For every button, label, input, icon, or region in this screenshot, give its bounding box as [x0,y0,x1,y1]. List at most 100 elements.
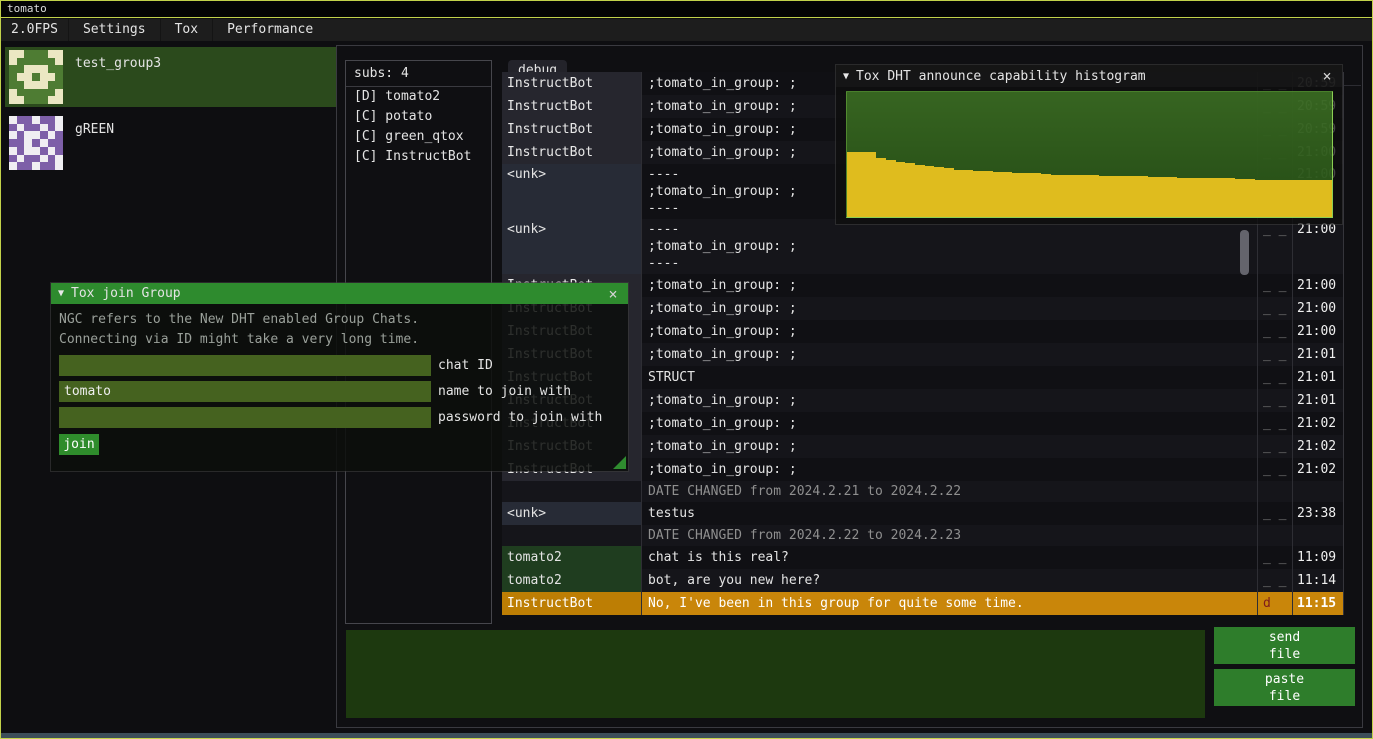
message-text: ;tomato_in_group: ; [642,274,1258,297]
sender-name: InstructBot [502,95,642,118]
message-time: 21:01 [1293,343,1343,366]
histogram-bar [1196,178,1206,217]
message-input[interactable] [346,630,1205,718]
histogram-bar [1080,175,1090,217]
message-time: 11:14 [1293,569,1343,592]
sender-name: <unk> [502,164,642,219]
subs-list-item[interactable]: [C] InstructBot [346,147,491,167]
group-avatar-icon [9,116,63,170]
message-flags: _ _ [1258,546,1293,569]
message-text: ;tomato_in_group: ; [642,320,1258,343]
chat-message-row[interactable]: InstructBot;tomato_in_group: ;_ _21:02 [502,458,1343,481]
menu-item-settings[interactable]: Settings [68,19,160,41]
histogram-bar [1187,178,1197,217]
histogram-bar [915,165,925,218]
chat-scrollbar-thumb[interactable] [1240,230,1249,275]
resize-grip[interactable] [613,456,626,469]
message-time: 21:00 [1293,219,1343,274]
sender-name: InstructBot [502,72,642,95]
send-file-button[interactable]: send file [1214,627,1355,664]
chat-message-row[interactable]: InstructBotNo, I've been in this group f… [502,592,1343,615]
chat-message-row[interactable]: InstructBot;tomato_in_group: ;_ _21:00 [502,274,1343,297]
histogram-bar [1264,180,1274,218]
menu-bar: 2.0FPS SettingsToxPerformance [1,19,1372,41]
collapse-arrow-icon[interactable]: ▼ [843,71,849,82]
histogram-bar [1216,178,1226,217]
histogram-bar [944,168,954,217]
date-separator-row[interactable]: DATE CHANGED from 2024.2.21 to 2024.2.22 [502,481,1343,502]
sender-name: tomato2 [502,569,642,592]
dht-histogram-window: ▼ Tox DHT announce capability histogram … [836,65,1342,224]
histogram-bar [954,170,964,218]
histogram-bar [1303,180,1313,218]
sender-name [502,525,642,546]
histogram-bar [1206,178,1216,217]
message-text: bot, are you new here? [642,569,1258,592]
join-password-input[interactable] [59,407,431,428]
chat-message-row[interactable]: tomato2bot, are you new here?_ _11:14 [502,569,1343,592]
histogram-bar [993,172,1003,217]
message-flags: _ _ [1258,412,1293,435]
histogram-bar [1284,180,1294,218]
histogram-bar [1022,173,1032,217]
histogram-bar [1012,173,1022,217]
sender-name: InstructBot [502,592,642,615]
histogram-bar [1225,178,1235,217]
group-row-test-group3[interactable]: test_group3 [5,47,338,107]
chat-id-input[interactable] [59,355,431,376]
close-icon[interactable]: × [1319,67,1335,85]
collapse-arrow-icon[interactable]: ▼ [58,288,64,299]
join-password-label: password to join with [438,410,602,425]
join-button[interactable]: join [59,434,99,455]
menu-item-performance[interactable]: Performance [212,19,327,41]
join-name-label: name to join with [438,384,571,399]
menu-item-tox[interactable]: Tox [160,19,212,41]
sender-name: InstructBot [502,118,642,141]
chat-message-row[interactable]: InstructBot;tomato_in_group: ;_ _21:01 [502,343,1343,366]
app-window: tomato 2.0FPS SettingsToxPerformance tes… [0,0,1373,739]
paste-file-button[interactable]: paste file [1214,669,1355,706]
histogram-bar [1051,175,1061,218]
group-row-green[interactable]: gREEN [5,113,338,173]
histogram-bar [1031,173,1041,217]
date-separator-row[interactable]: DATE CHANGED from 2024.2.22 to 2024.2.23 [502,525,1343,546]
chat-message-row[interactable]: InstructBot;tomato_in_group: ;_ _21:00 [502,297,1343,320]
subs-list: [D] tomato2[C] potato[C] green_qtox[C] I… [346,87,491,167]
message-text: STRUCT [642,366,1258,389]
histogram-bar [1313,180,1323,218]
chat-message-row[interactable]: InstructBot;tomato_in_group: ;_ _21:02 [502,412,1343,435]
menu-items: SettingsToxPerformance [68,19,327,41]
subs-list-item[interactable]: [C] potato [346,107,491,127]
chat-message-row[interactable]: <unk>---- ;tomato_in_group: ; ----_ _21:… [502,219,1343,274]
chat-message-row[interactable]: tomato2chat is this real?_ _11:09 [502,546,1343,569]
histogram-bar [983,171,993,217]
chat-message-row[interactable]: InstructBot;tomato_in_group: ;_ _21:01 [502,389,1343,412]
os-titlebar[interactable]: tomato [1,1,1372,18]
histogram-bar [1322,180,1332,218]
message-text: DATE CHANGED from 2024.2.21 to 2024.2.22 [642,481,1258,502]
os-title: tomato [7,2,47,15]
message-flags [1258,525,1293,546]
sender-name: <unk> [502,219,642,274]
join-info-text: NGC refers to the New DHT enabled Group … [59,310,620,330]
close-icon[interactable]: × [605,285,621,303]
histogram-window-title: Tox DHT announce capability histogram [856,69,1312,84]
histogram-bar [1167,177,1177,217]
message-flags: d [1258,592,1293,615]
message-flags: _ _ [1258,274,1293,297]
histogram-titlebar[interactable]: ▼ Tox DHT announce capability histogram … [836,65,1342,87]
message-time: 21:00 [1293,320,1343,343]
subs-list-item[interactable]: [D] tomato2 [346,87,491,107]
histogram-bar [1128,176,1138,217]
join-titlebar[interactable]: ▼ Tox join Group × [51,283,628,304]
chat-message-row[interactable]: <unk>testus_ _23:38 [502,502,1343,525]
chat-message-row[interactable]: InstructBot;tomato_in_group: ;_ _21:00 [502,320,1343,343]
sender-name [502,481,642,502]
join-name-input[interactable] [59,381,431,402]
message-time [1293,525,1343,546]
chat-message-row[interactable]: InstructBotSTRUCT_ _21:01 [502,366,1343,389]
chat-message-row[interactable]: InstructBot;tomato_in_group: ;_ _21:02 [502,435,1343,458]
message-flags: _ _ [1258,297,1293,320]
histogram-bar [905,163,915,217]
subs-list-item[interactable]: [C] green_qtox [346,127,491,147]
